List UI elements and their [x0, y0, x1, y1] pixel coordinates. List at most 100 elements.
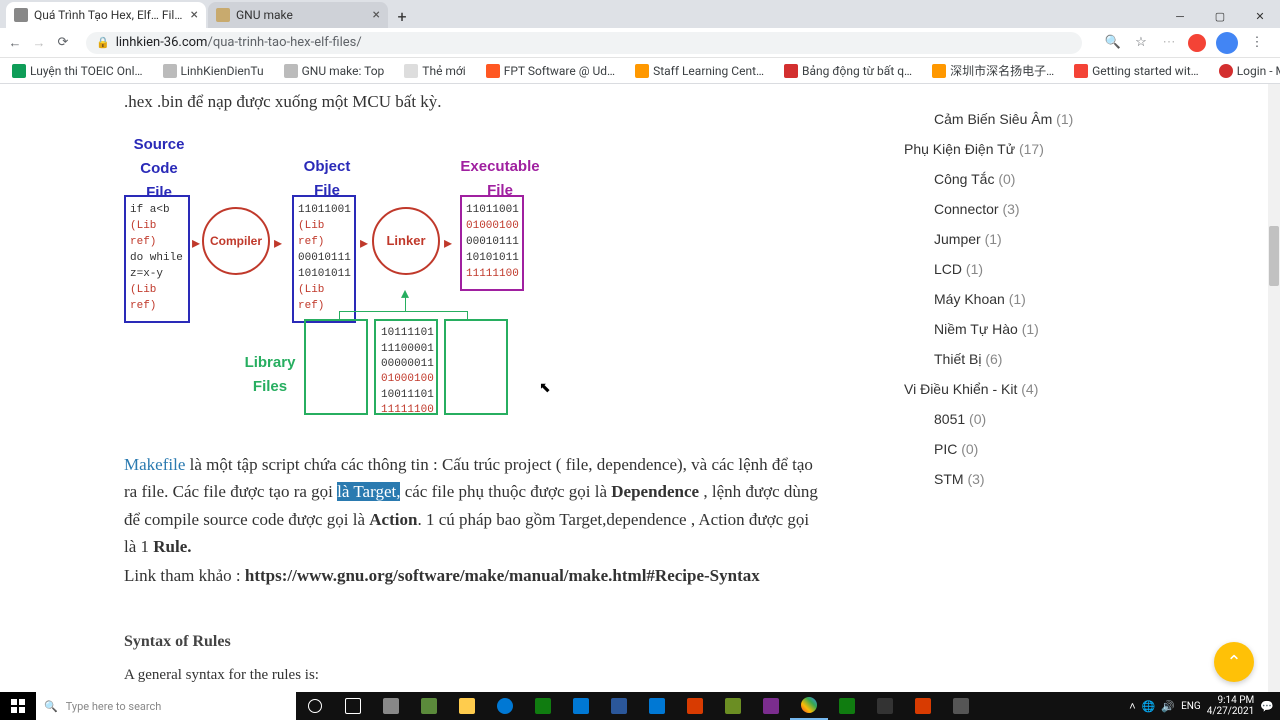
- bookmark[interactable]: Bảng động từ bất q…: [778, 62, 918, 80]
- app-icon[interactable]: [714, 692, 752, 720]
- close-icon[interactable]: ×: [191, 7, 198, 23]
- bookmark[interactable]: Staff Learning Cent…: [629, 62, 770, 80]
- lib-connector: [467, 311, 468, 319]
- app-icon[interactable]: [828, 692, 866, 720]
- bookmarks-bar: Luyện thi TOEIC Onl… LinhKienDienTu GNU …: [0, 58, 1280, 84]
- sidebar-item[interactable]: Niềm Tự Hào (1): [904, 314, 1248, 344]
- makefile-link[interactable]: Makefile: [124, 455, 185, 474]
- url-domain: linhkien-36.com: [116, 35, 208, 50]
- close-icon[interactable]: ×: [373, 7, 380, 23]
- sidebar-item[interactable]: Cảm Biến Siêu Âm (1): [904, 104, 1248, 134]
- sidebar-group[interactable]: Phụ Kiện Điện Tử (17): [904, 134, 1248, 164]
- sidebar-item[interactable]: PIC (0): [904, 434, 1248, 464]
- sidebar-item[interactable]: Thiết Bị (6): [904, 344, 1248, 374]
- scroll-top-button[interactable]: ⌃: [1214, 642, 1254, 682]
- tray-chevron-icon[interactable]: ˄: [1129, 700, 1135, 713]
- bookmark-label: Login - MEGA: [1237, 64, 1280, 78]
- tab-inactive[interactable]: GNU make ×: [208, 2, 388, 28]
- app-icon[interactable]: [600, 692, 638, 720]
- url-input[interactable]: 🔒 linhkien-36.com/qua-trinh-tao-hex-elf-…: [86, 32, 1082, 54]
- app-icon[interactable]: [562, 692, 600, 720]
- bookmark[interactable]: Login - MEGA: [1213, 62, 1280, 80]
- tab-active[interactable]: Quá Trình Tạo Hex, Elf… Files Phầ ×: [6, 2, 206, 28]
- app-icon[interactable]: [524, 692, 562, 720]
- clock[interactable]: 9:14 PM 4/27/2021: [1207, 695, 1255, 717]
- article: .hex .bin để nạp được xuống một MCU bất …: [0, 84, 888, 692]
- app-icon[interactable]: [638, 692, 676, 720]
- close-button[interactable]: ✕: [1240, 4, 1280, 28]
- app-icon[interactable]: [866, 692, 904, 720]
- highlighted-text: là Target,: [337, 482, 400, 501]
- bookmark[interactable]: FPT Software @ Ud…: [480, 62, 621, 80]
- notifications-icon[interactable]: 💬: [1260, 700, 1274, 713]
- bookmark-label: 深圳市深名扬电子…: [950, 62, 1054, 79]
- sidebar-item[interactable]: Connector (3): [904, 194, 1248, 224]
- search-icon: 🔍: [44, 700, 58, 713]
- network-icon[interactable]: 🌐: [1142, 700, 1156, 713]
- syntax-heading: Syntax of Rules: [124, 629, 888, 655]
- maximize-button[interactable]: ▢: [1200, 4, 1240, 28]
- bookmark[interactable]: 深圳市深名扬电子…: [926, 60, 1060, 81]
- bookmark-icon: [932, 64, 946, 78]
- bookmark[interactable]: Getting started wit…: [1068, 62, 1205, 80]
- bookmark[interactable]: Luyện thi TOEIC Onl…: [6, 62, 149, 80]
- sidebar-item[interactable]: 8051 (0): [904, 404, 1248, 434]
- arrow-icon: ▸: [360, 231, 368, 257]
- bookmark-icon: [1074, 64, 1088, 78]
- volume-icon[interactable]: 🔊: [1161, 700, 1175, 713]
- ime-icon[interactable]: ENG: [1181, 701, 1201, 712]
- cortana-icon[interactable]: [296, 692, 334, 720]
- source-box: if a<b (Lib ref) do while z=x-y (Lib ref…: [124, 195, 190, 323]
- zoom-icon[interactable]: 🔍: [1104, 34, 1122, 52]
- extension-icon[interactable]: ⋯: [1160, 34, 1178, 52]
- start-button[interactable]: [0, 692, 36, 720]
- sidebar-item[interactable]: Công Tắc (0): [904, 164, 1248, 194]
- bookmark[interactable]: Thẻ mới: [398, 62, 471, 80]
- bookmark-icon: [784, 64, 798, 78]
- page-scrollbar[interactable]: [1268, 84, 1280, 692]
- window-controls: ─ ▢ ✕: [1160, 4, 1280, 28]
- scrollbar-thumb[interactable]: [1269, 226, 1279, 286]
- app-icon[interactable]: [942, 692, 980, 720]
- back-button[interactable]: ←: [6, 34, 24, 52]
- app-icon[interactable]: [410, 692, 448, 720]
- sidebar-item[interactable]: LCD (1): [904, 254, 1248, 284]
- bookmark[interactable]: GNU make: Top: [278, 62, 391, 80]
- app-icon[interactable]: [752, 692, 790, 720]
- app-icon[interactable]: [372, 692, 410, 720]
- bookmark-label: GNU make: Top: [302, 64, 385, 78]
- lib-box-empty: [444, 319, 508, 415]
- bookmark-icon: [12, 64, 26, 78]
- sidebar-item[interactable]: Jumper (1): [904, 224, 1248, 254]
- tab-strip: Quá Trình Tạo Hex, Elf… Files Phầ × GNU …: [0, 0, 1280, 28]
- app-icon[interactable]: [676, 692, 714, 720]
- explorer-icon[interactable]: [448, 692, 486, 720]
- app-icon[interactable]: [486, 692, 524, 720]
- menu-icon[interactable]: ⋮: [1248, 34, 1266, 52]
- tab-title: Quá Trình Tạo Hex, Elf… Files Phầ: [34, 8, 185, 22]
- linker-circle: Linker: [372, 207, 440, 275]
- forward-button[interactable]: →: [30, 34, 48, 52]
- sidebar-item[interactable]: Máy Khoan (1): [904, 284, 1248, 314]
- chrome-icon[interactable]: [790, 692, 828, 720]
- category-sidebar: Cảm Biến Siêu Âm (1) Phụ Kiện Điện Tử (1…: [888, 84, 1268, 692]
- profile-avatar[interactable]: [1216, 32, 1238, 54]
- search-placeholder: Type here to search: [66, 700, 162, 713]
- arrow-icon: ▸: [192, 231, 200, 257]
- reference-link: Link tham khảo : https://www.gnu.org/sof…: [124, 562, 888, 589]
- adblock-icon[interactable]: [1188, 34, 1206, 52]
- reload-button[interactable]: ⟳: [54, 34, 72, 52]
- sidebar-group[interactable]: Vi Điều Khiển - Kit (4): [904, 374, 1248, 404]
- sidebar-item[interactable]: STM (3): [904, 464, 1248, 494]
- app-icon[interactable]: [904, 692, 942, 720]
- bookmark-star-icon[interactable]: ☆: [1132, 34, 1150, 52]
- new-tab-button[interactable]: +: [390, 7, 414, 28]
- favicon: [14, 8, 28, 22]
- taskview-icon[interactable]: [334, 692, 372, 720]
- lib-box: 10111101 11100001 00000011 01000100 1001…: [374, 319, 438, 415]
- bookmark[interactable]: LinhKienDienTu: [157, 62, 270, 80]
- minimize-button[interactable]: ─: [1160, 4, 1200, 28]
- lock-icon: 🔒: [96, 36, 110, 49]
- lib-connector: [405, 293, 406, 311]
- taskbar-search[interactable]: 🔍 Type here to search: [36, 692, 296, 720]
